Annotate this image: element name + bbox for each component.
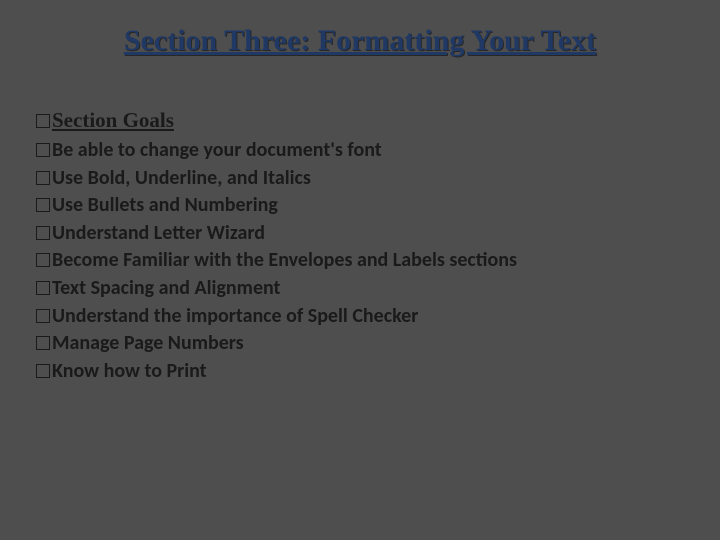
list-item-text: Use Bullets and Numbering bbox=[52, 193, 278, 217]
list-item: Know how to Print bbox=[36, 358, 684, 386]
square-bullet-icon bbox=[36, 143, 50, 157]
square-bullet-icon bbox=[36, 198, 50, 212]
slide: Section Three: Formatting Your Text Sect… bbox=[0, 0, 720, 540]
slide-body: Section Goals Be able to change your doc… bbox=[36, 106, 684, 385]
list-item: Use Bold, Underline, and Italics bbox=[36, 165, 684, 193]
section-goals-heading: Section Goals bbox=[36, 106, 684, 135]
list-item-text: Know how to Print bbox=[52, 359, 207, 383]
slide-title: Section Three: Formatting Your Text bbox=[0, 24, 720, 58]
list-item-text: Use Bold, Underline, and Italics bbox=[52, 166, 311, 190]
list-item: Use Bullets and Numbering bbox=[36, 192, 684, 220]
list-item: Become Familiar with the Envelopes and L… bbox=[36, 247, 684, 275]
square-bullet-icon bbox=[36, 253, 50, 267]
list-item: Be able to change your document's font bbox=[36, 137, 684, 165]
list-item-text: Be able to change your document's font bbox=[52, 138, 382, 162]
list-item-text: Text Spacing and Alignment bbox=[52, 276, 281, 300]
square-bullet-icon bbox=[36, 281, 50, 295]
section-goals-label: Section Goals bbox=[52, 108, 174, 132]
square-bullet-icon bbox=[36, 364, 50, 378]
list-item: Text Spacing and Alignment bbox=[36, 275, 684, 303]
square-bullet-icon bbox=[36, 114, 50, 128]
list-item: Understand the importance of Spell Check… bbox=[36, 303, 684, 331]
square-bullet-icon bbox=[36, 309, 50, 323]
square-bullet-icon bbox=[36, 171, 50, 185]
list-item-text: Understand Letter Wizard bbox=[52, 221, 265, 245]
square-bullet-icon bbox=[36, 336, 50, 350]
square-bullet-icon bbox=[36, 226, 50, 240]
list-item-text: Become Familiar with the Envelopes and L… bbox=[52, 248, 517, 272]
list-item-text: Manage Page Numbers bbox=[52, 331, 244, 355]
list-item: Manage Page Numbers bbox=[36, 330, 684, 358]
list-item: Understand Letter Wizard bbox=[36, 220, 684, 248]
list-item-text: Understand the importance of Spell Check… bbox=[52, 304, 418, 328]
